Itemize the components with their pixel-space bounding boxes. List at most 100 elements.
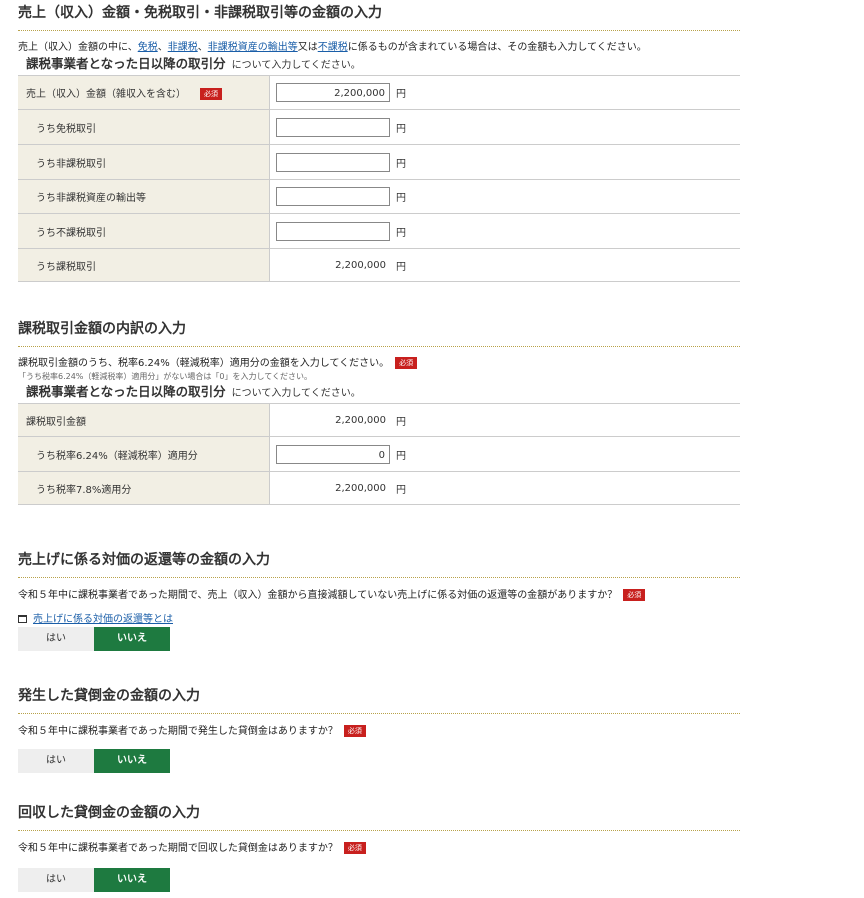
subhead: 課税事業者となった日以降の取引分 について入力してください。 (26, 55, 740, 75)
section-description: 売上（収入）金額の中に、免税、非課税、非課税資産の輸出等又は不課税に係るものが含… (18, 41, 740, 55)
table-row: うち税率6.24%（軽減税率）適用分 0円 (18, 436, 740, 472)
reduced-rate-input[interactable]: 0 (276, 444, 390, 464)
sales-table: 売上（収入）金額（雑収入を含む） 必須 2,200,000 円 うち免税取引 円 う… (18, 75, 740, 282)
required-badge: 必須 (343, 842, 366, 854)
link-non-taxable-export[interactable]: 非課税資産の輸出等 (208, 42, 298, 53)
row-label: うち税率7.8%適用分 (18, 471, 270, 505)
row-value: 円 (269, 144, 740, 180)
question-text: 令和５年中に課税事業者であった期間で、売上（収入）金額から直接減額していない売上… (18, 589, 740, 603)
section-title: 売上げに係る対価の返還等の金額の入力 (18, 547, 740, 578)
question-label: 令和５年中に課税事業者であった期間で回収した貸倒金はありますか？ (18, 843, 338, 854)
unit-label: 円 (396, 416, 406, 428)
link-non-taxable[interactable]: 非課税 (168, 42, 198, 53)
unit-label: 円 (396, 450, 406, 462)
section-taxable-breakdown: 課税取引金額の内訳の入力 課税取引金額のうち、税率6.24%（軽減税率）適用分の… (18, 316, 740, 505)
yes-button[interactable]: はい (18, 749, 94, 773)
sales-amount-input[interactable]: 2,200,000 (276, 83, 390, 102)
table-row: うち税率7.8%適用分 2,200,000 円 (18, 471, 740, 505)
required-badge: 必須 (200, 88, 222, 100)
unit-label: 円 (396, 261, 406, 273)
unit-label: 円 (396, 158, 406, 170)
subhead-rest: について入力してください。 (231, 388, 361, 399)
unit-label: 円 (396, 89, 406, 100)
section-bad-debts-incurred: 発生した貸倒金の金額の入力 令和５年中に課税事業者であった期間で発生した貸倒金は… (18, 683, 740, 773)
section-bad-debts-recovered: 回収した貸倒金の金額の入力 令和５年中に課税事業者であった期間で回収した貸倒金は… (18, 800, 740, 892)
required-badge: 必須 (343, 725, 366, 737)
out-of-scope-input[interactable] (276, 221, 390, 241)
section-title: 発生した貸倒金の金額の入力 (18, 683, 740, 714)
required-badge: 必須 (395, 357, 418, 369)
required-badge: 必須 (623, 589, 646, 601)
row-value: 2,200,000 円 (269, 248, 740, 282)
taxable-total-value: 2,200,000 (335, 414, 386, 426)
non-taxable-input[interactable] (276, 152, 390, 172)
row-value: 円 (269, 109, 740, 145)
desc-text: に係るものが含まれている場合は、その金額も入力してください。 (347, 42, 647, 53)
section-title: 課税取引金額の内訳の入力 (18, 316, 740, 347)
yes-button[interactable]: はい (18, 627, 94, 651)
non-taxable-export-input[interactable] (276, 187, 390, 206)
help-link-row: 売上げに係る対価の返還等とは (18, 613, 740, 627)
tax-exempt-input[interactable] (276, 117, 390, 137)
unit-label: 円 (396, 123, 406, 135)
no-button[interactable]: いいえ (94, 868, 170, 892)
unit-label: 円 (396, 227, 406, 239)
row-value: 0円 (269, 436, 740, 472)
table-row: うち非課税取引 円 (18, 144, 740, 180)
yes-no-toggle: はい いいえ (18, 627, 170, 651)
row-label: うち非課税資産の輸出等 (18, 179, 270, 214)
question-text: 令和５年中に課税事業者であった期間で回収した貸倒金はありますか？ 必須 (18, 842, 740, 856)
unit-label: 円 (396, 484, 406, 496)
row-label: 課税取引金額 (18, 403, 270, 437)
desc-sep: 、 (157, 42, 168, 53)
row-label: 売上（収入）金額（雑収入を含む） 必須 (18, 75, 270, 110)
row-value: 円 (269, 179, 740, 214)
link-out-of-scope[interactable]: 不課税 (318, 42, 348, 53)
row-label: うち免税取引 (18, 109, 270, 145)
desc-sep: 又は (297, 42, 318, 53)
help-link-returns[interactable]: 売上げに係る対価の返還等とは (33, 614, 173, 625)
link-tax-exempt[interactable]: 免税 (138, 42, 158, 53)
section-sales-returns: 売上げに係る対価の返還等の金額の入力 令和５年中に課税事業者であった期間で、売上… (18, 547, 740, 651)
yes-no-toggle: はい いいえ (18, 868, 170, 892)
yes-button[interactable]: はい (18, 868, 94, 892)
subhead-rest: について入力してください。 (231, 60, 361, 71)
row-value: 2,200,000 円 (269, 471, 740, 505)
section-title: 売上（収入）金額・免税取引・非課税取引等の金額の入力 (18, 0, 740, 31)
no-button[interactable]: いいえ (94, 749, 170, 773)
row-value: 2,200,000 円 (269, 403, 740, 437)
desc-text: 課税取引金額のうち、税率6.24%（軽減税率）適用分の金額を入力してください。 (18, 358, 390, 369)
standard-rate-value: 2,200,000 (335, 482, 386, 494)
breakdown-table: 課税取引金額 2,200,000 円 うち税率6.24%（軽減税率）適用分 0円 … (18, 403, 740, 505)
section-title: 回収した貸倒金の金額の入力 (18, 800, 740, 831)
row-value: 2,200,000 円 (269, 75, 740, 110)
taxable-amount-value: 2,200,000 (335, 259, 386, 271)
subhead: 課税事業者となった日以降の取引分 について入力してください。 (26, 383, 740, 403)
row-label: うち課税取引 (18, 248, 270, 282)
section-sales: 売上（収入）金額・免税取引・非課税取引等の金額の入力 売上（収入）金額の中に、免… (18, 0, 740, 282)
section-description: 課税取引金額のうち、税率6.24%（軽減税率）適用分の金額を入力してください。必… (18, 357, 740, 371)
table-row: うち不課税取引 円 (18, 213, 740, 249)
row-label: うち税率6.24%（軽減税率）適用分 (18, 436, 270, 472)
subhead-bold: 課税事業者となった日以降の取引分 (26, 56, 226, 71)
row-label: うち非課税取引 (18, 144, 270, 180)
label-text: 売上（収入）金額（雑収入を含む） (26, 89, 186, 100)
subhead-bold: 課税事業者となった日以降の取引分 (26, 384, 226, 399)
desc-sep: 、 (197, 42, 208, 53)
table-row: うち課税取引 2,200,000 円 (18, 248, 740, 282)
yes-no-toggle: はい いいえ (18, 749, 170, 773)
note-text: 「うち税率6.24%（軽減税率）適用分」がない場合は「0」を入力してください。 (18, 372, 313, 381)
question-label: 令和５年中に課税事業者であった期間で、売上（収入）金額から直接減額していない売上… (18, 590, 618, 601)
table-row: 売上（収入）金額（雑収入を含む） 必須 2,200,000 円 (18, 75, 740, 110)
table-row: うち非課税資産の輸出等 円 (18, 179, 740, 214)
table-row: 課税取引金額 2,200,000 円 (18, 403, 740, 437)
table-row: うち免税取引 円 (18, 109, 740, 145)
desc-text: 売上（収入）金額の中に、 (18, 42, 138, 53)
no-button[interactable]: いいえ (94, 627, 170, 651)
unit-label: 円 (396, 193, 406, 204)
row-label: うち不課税取引 (18, 213, 270, 249)
row-value: 円 (269, 213, 740, 249)
question-label: 令和５年中に課税事業者であった期間で発生した貸倒金はありますか？ (18, 726, 338, 737)
window-icon (18, 615, 27, 623)
question-text: 令和５年中に課税事業者であった期間で発生した貸倒金はありますか？ 必須 (18, 725, 740, 739)
